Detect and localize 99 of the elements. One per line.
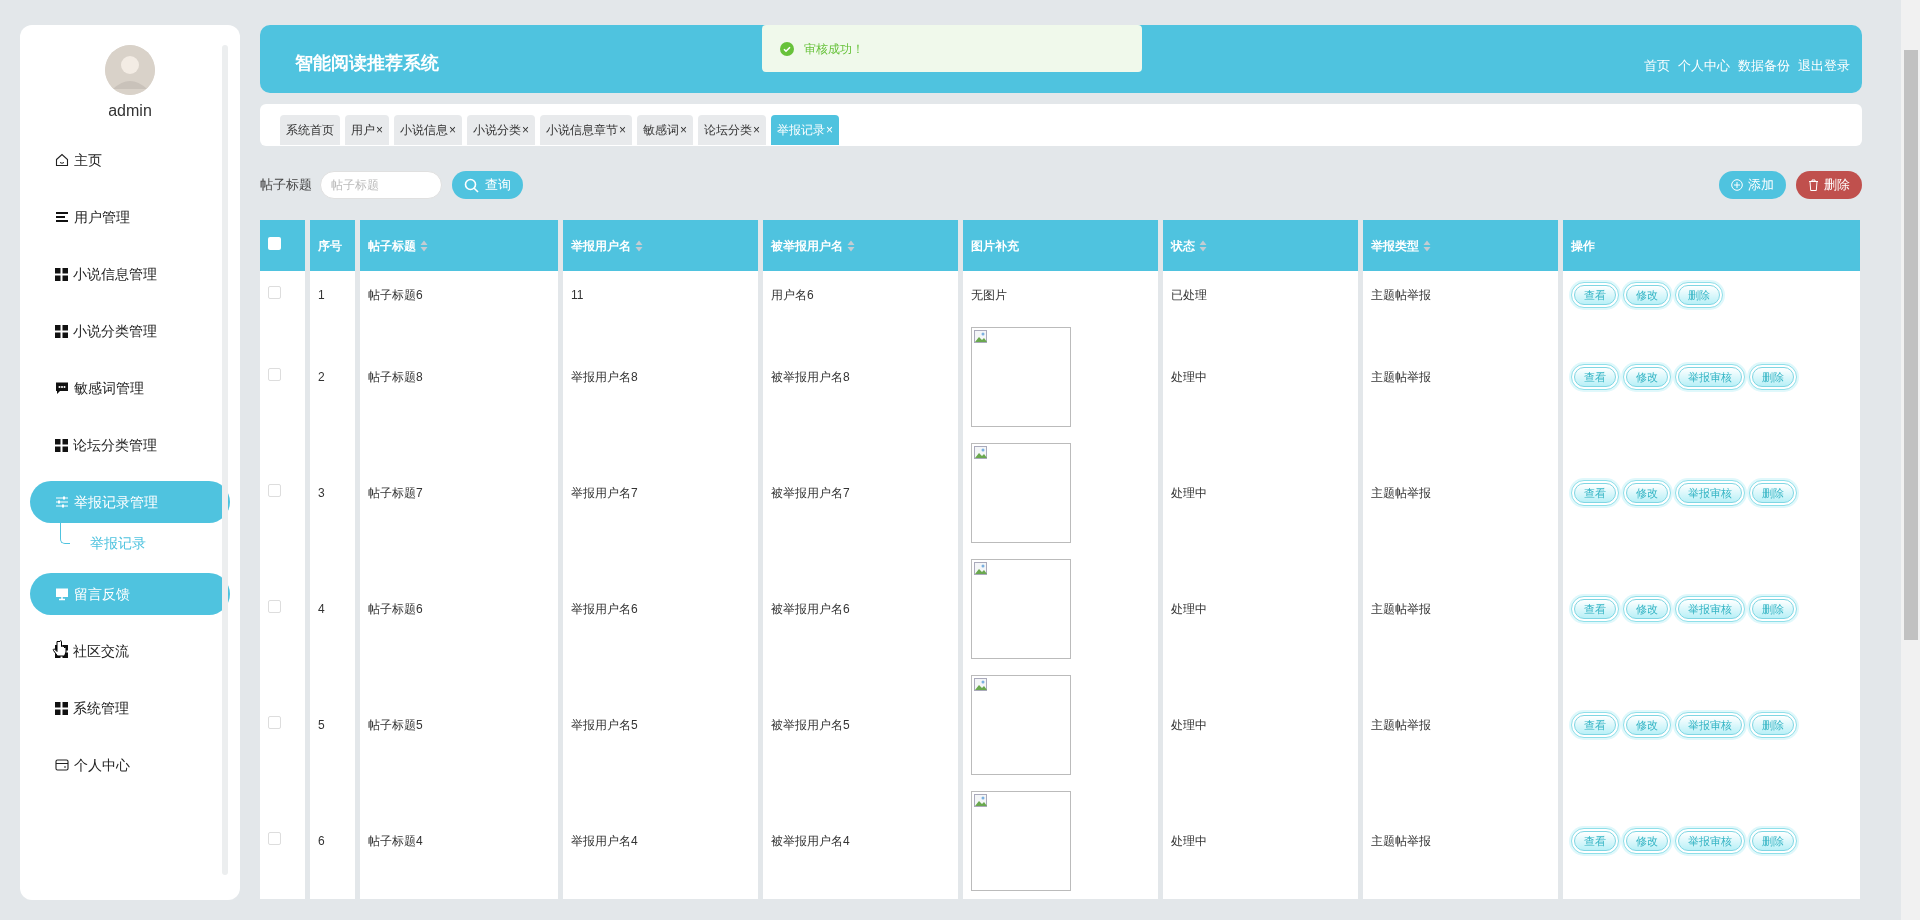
menu-item[interactable]: 用户管理 xyxy=(30,196,230,238)
action-button[interactable]: 修改 xyxy=(1623,363,1671,391)
menu-item[interactable]: 小说分类管理 xyxy=(30,310,230,352)
sort-icon[interactable] xyxy=(1199,240,1207,253)
menu-icon xyxy=(55,210,69,224)
action-button[interactable]: 修改 xyxy=(1623,479,1671,507)
column-header: 操作 xyxy=(1571,238,1595,253)
tree-connector xyxy=(60,522,70,544)
broken-image-icon xyxy=(974,562,988,576)
grid-icon xyxy=(55,701,68,715)
column-header[interactable]: 状态 xyxy=(1171,238,1195,253)
search-field[interactable]: 帖子标题 xyxy=(320,171,442,199)
menu-item[interactable]: 小说信息管理 xyxy=(30,253,230,295)
avatar xyxy=(105,45,155,95)
action-button[interactable]: 修改 xyxy=(1623,595,1671,623)
select-all-checkbox[interactable] xyxy=(268,236,281,250)
sort-icon[interactable] xyxy=(420,240,428,253)
action-button[interactable]: 修改 xyxy=(1623,711,1671,739)
action-button[interactable]: 查看 xyxy=(1571,711,1619,739)
hand-cursor-icon xyxy=(52,640,68,660)
wallet-icon xyxy=(55,758,69,772)
action-button[interactable]: 修改 xyxy=(1623,281,1671,309)
broken-image-icon xyxy=(974,330,988,344)
action-button[interactable]: 查看 xyxy=(1571,281,1619,309)
row-checkbox[interactable] xyxy=(268,716,281,729)
column-header[interactable]: 举报用户名 xyxy=(571,238,631,253)
action-button[interactable]: 修改 xyxy=(1623,827,1671,855)
sort-icon[interactable] xyxy=(1423,240,1431,253)
broken-image-icon xyxy=(974,446,988,460)
action-button[interactable]: 删除 xyxy=(1749,363,1797,391)
submenu-item[interactable]: 举报记录 xyxy=(90,532,146,554)
menu-item[interactable]: 系统管理 xyxy=(30,687,230,729)
sort-icon[interactable] xyxy=(635,240,643,253)
tab[interactable]: 小说信息× xyxy=(394,115,463,145)
chat-icon xyxy=(55,381,69,395)
menu-item[interactable]: 举报记录管理 xyxy=(30,481,230,523)
scrollbar[interactable] xyxy=(1901,0,1920,920)
action-button[interactable]: 举报审核 xyxy=(1675,595,1745,623)
delete-button[interactable]: 删除 xyxy=(1796,171,1862,199)
action-button[interactable]: 举报审核 xyxy=(1675,363,1745,391)
row-checkbox[interactable] xyxy=(268,832,281,845)
tab[interactable]: 小说信息章节× xyxy=(540,115,633,145)
menu-item[interactable]: 个人中心 xyxy=(30,744,230,786)
grid-icon xyxy=(55,267,68,281)
table-cell: 无图片 xyxy=(971,288,1007,302)
column-header[interactable]: 帖子标题 xyxy=(368,238,416,253)
toast-message: 审核成功！ xyxy=(804,40,864,58)
action-button[interactable]: 删除 xyxy=(1675,281,1723,309)
tab[interactable]: 用户× xyxy=(345,115,389,145)
tab[interactable]: 举报记录× xyxy=(771,115,840,145)
sliders-icon xyxy=(55,495,69,509)
header-link[interactable]: 个人中心 xyxy=(1678,42,1730,76)
menu-item[interactable]: 留言反馈 xyxy=(30,573,230,615)
menu-item[interactable]: 主页 xyxy=(30,139,230,181)
broken-image-icon xyxy=(974,794,988,808)
action-button[interactable]: 删除 xyxy=(1749,827,1797,855)
tab[interactable]: 小说分类× xyxy=(467,115,536,145)
row-checkbox[interactable] xyxy=(268,600,281,613)
action-button[interactable]: 举报审核 xyxy=(1675,827,1745,855)
action-button[interactable]: 查看 xyxy=(1571,595,1619,623)
action-button[interactable]: 举报审核 xyxy=(1675,479,1745,507)
sort-icon[interactable] xyxy=(847,240,855,253)
search-icon xyxy=(464,177,479,193)
scrollbar[interactable] xyxy=(222,45,228,875)
check-circle-icon xyxy=(780,41,794,56)
action-button[interactable]: 查看 xyxy=(1571,827,1619,855)
grid-icon xyxy=(55,438,68,452)
add-button[interactable]: 添加 xyxy=(1719,171,1786,199)
tab[interactable]: 系统首页 xyxy=(280,115,340,145)
grid-icon xyxy=(55,324,68,338)
search-label: 帖子标题 xyxy=(260,176,312,195)
app-title: 智能阅读推荐系统 xyxy=(295,52,439,75)
menu-item[interactable]: 敏感词管理 xyxy=(30,367,230,409)
monitor-icon xyxy=(55,587,69,601)
column-header[interactable]: 被举报用户名 xyxy=(771,238,843,253)
action-button[interactable]: 删除 xyxy=(1749,479,1797,507)
row-checkbox[interactable] xyxy=(268,368,281,381)
search-button[interactable]: 查询 xyxy=(452,171,523,199)
plus-circle-icon xyxy=(1731,179,1743,191)
tab[interactable]: 敏感词× xyxy=(637,115,694,145)
action-button[interactable]: 查看 xyxy=(1571,363,1619,391)
action-button[interactable]: 删除 xyxy=(1749,711,1797,739)
broken-image-icon xyxy=(974,678,988,692)
trash-icon xyxy=(1808,179,1819,191)
action-button[interactable]: 举报审核 xyxy=(1675,711,1745,739)
home-icon xyxy=(55,153,69,167)
tab[interactable]: 论坛分类× xyxy=(698,115,767,145)
header-link[interactable]: 退出登录 xyxy=(1798,42,1850,76)
header-link[interactable]: 数据备份 xyxy=(1738,42,1790,76)
menu-item[interactable]: 论坛分类管理 xyxy=(30,424,230,466)
action-button[interactable]: 查看 xyxy=(1571,479,1619,507)
column-header: 图片补充 xyxy=(971,238,1019,253)
column-header[interactable]: 举报类型 xyxy=(1371,238,1419,253)
user-name: admin xyxy=(107,101,153,121)
row-checkbox[interactable] xyxy=(268,484,281,497)
header-link[interactable]: 首页 xyxy=(1644,42,1670,76)
action-button[interactable]: 删除 xyxy=(1749,595,1797,623)
column-header: 序号 xyxy=(318,238,342,253)
row-checkbox[interactable] xyxy=(268,286,281,299)
